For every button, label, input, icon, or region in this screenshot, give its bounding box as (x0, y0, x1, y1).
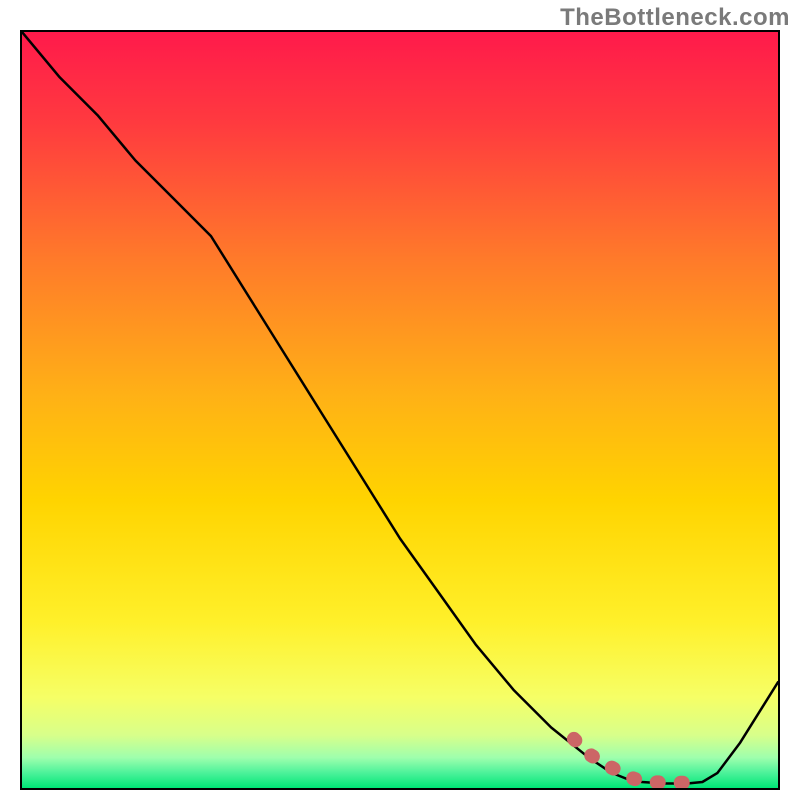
plot-area (20, 30, 780, 790)
chart-frame: TheBottleneck.com (0, 0, 800, 800)
chart-svg (22, 32, 778, 788)
gradient-background (22, 32, 778, 788)
watermark-text: TheBottleneck.com (560, 4, 790, 32)
